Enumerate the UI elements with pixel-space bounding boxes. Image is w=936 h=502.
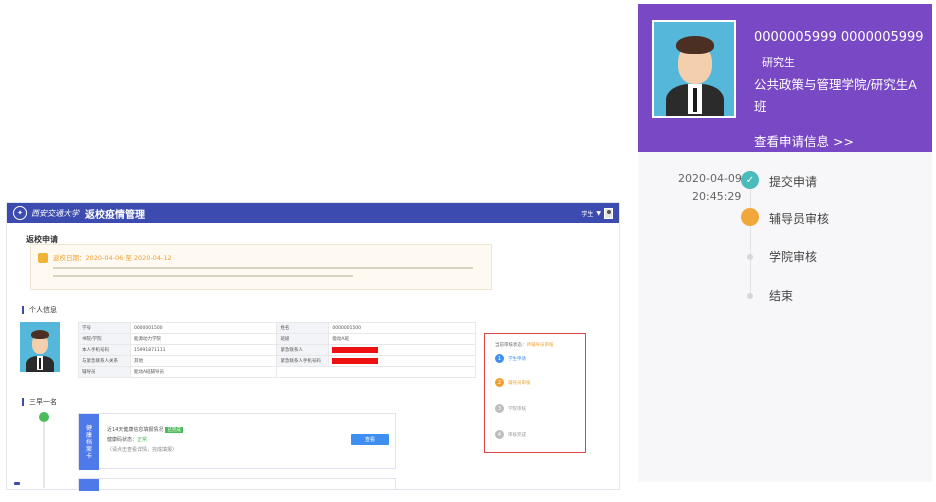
info-value: 0000001500 — [129, 322, 278, 334]
status-badge: 已完成 — [165, 427, 183, 433]
notice-box: 返校日期：2020-04-06 至 2020-04-12 — [30, 244, 492, 290]
info-value: 能源动力学院 — [129, 333, 278, 345]
next-card — [78, 478, 396, 491]
info-key: 班级 — [276, 333, 330, 345]
student-role: 研究生 — [762, 56, 795, 69]
personal-info-table: 学号 0000001500 姓名 0000001500 书院/学院 能源动力学院… — [78, 322, 476, 378]
notice-icon — [38, 253, 48, 263]
timeline-step-counselor: 辅导员审核 — [769, 212, 830, 226]
step-number: 2 — [495, 378, 504, 387]
timeline-line — [750, 184, 751, 296]
info-key: 学号 — [78, 322, 131, 334]
step-label: 学院审核 — [508, 406, 526, 412]
health-code-value: 正常 — [137, 437, 148, 443]
health-fill-status: 近14天健康信息填报情况 已完成 — [107, 426, 183, 433]
student-card: 0000005999 0000005999 研究生 公共政策与管理学院/研究生A… — [638, 4, 932, 152]
info-value: 0000001500 — [328, 322, 476, 334]
info-value: 15991871111 — [129, 344, 278, 356]
status-step: 4 审核完成 — [495, 430, 526, 439]
status-step: 3 学院审核 — [495, 404, 526, 413]
table-row: 与紧急联系人关系 其他 紧急联系人手机号码 — [78, 355, 476, 367]
info-value: 其他 — [129, 355, 278, 367]
info-key: 辅导员 — [78, 366, 131, 378]
step-number: 1 — [495, 354, 504, 363]
page: ✦ 西安交通大学 返校疫情管理 学生 ▼ 返校申请 返校日期：2020-04-0… — [0, 0, 936, 502]
redacted-value — [328, 355, 476, 367]
notice-date-range: 返校日期：2020-04-06 至 2020-04-12 — [53, 254, 172, 262]
caret-down-icon: ▼ — [596, 209, 601, 217]
student-school-class: 公共政策与管理学院/研究生A班 — [754, 77, 917, 114]
system-title: 返校疫情管理 — [85, 209, 145, 221]
current-step-dot — [741, 208, 759, 226]
notice-text-line — [53, 267, 473, 269]
health-tab-char: 案 — [85, 445, 92, 453]
health-tab-char: 健 — [85, 424, 92, 432]
school-name: 西安交通大学 — [31, 208, 79, 218]
step-number: 3 — [495, 404, 504, 413]
notice-text-line — [53, 275, 353, 277]
step-label: 审核完成 — [508, 432, 526, 438]
table-row: 本人手机号码 15991871111 紧急联系人 — [78, 344, 476, 356]
health-tab-char: 康 — [85, 431, 92, 439]
health-hint: （请点击查看详情，完成填报） — [107, 447, 178, 453]
school-logo-icon: ✦ — [13, 206, 27, 220]
user-menu-label: 学生 — [581, 210, 594, 218]
info-value: 能动A班 — [328, 333, 476, 345]
pending-step-dot — [747, 254, 753, 260]
info-key: 紧急联系人 — [276, 344, 330, 356]
user-menu[interactable]: 学生 ▼ — [581, 207, 613, 219]
status-step: 1 学生申请 — [495, 354, 526, 363]
health-tab: 健 康 档 案 卡 — [79, 414, 99, 470]
info-key: 书院/学院 — [78, 333, 131, 345]
top-header: ✦ 西安交通大学 返校疫情管理 学生 ▼ — [7, 203, 619, 223]
timeline-date: 2020-04-09 — [678, 172, 742, 185]
pending-step-dot — [747, 293, 753, 299]
step-indicator — [39, 412, 49, 422]
status-title: 当前审核状态： — [495, 343, 527, 348]
timeline-step-college: 学院审核 — [769, 250, 818, 264]
info-value: 能动A班辅导员 — [129, 366, 278, 378]
step-line — [43, 422, 45, 488]
timeline-time: 20:45:29 — [692, 190, 742, 203]
step-label: 辅导员审核 — [508, 380, 531, 386]
student-photo — [20, 322, 60, 372]
status-value: 待辅导员审核 — [526, 343, 554, 348]
health-card: 健 康 档 案 卡 近14天健康信息填报情况 已完成 健康码状态：正常 （请点击查… — [78, 413, 396, 470]
info-key: 与紧急联系人关系 — [78, 355, 131, 367]
table-row: 辅导员 能动A班辅导员 — [78, 366, 476, 378]
redacted-value — [328, 344, 476, 356]
view-health-button[interactable]: 查看 — [351, 434, 389, 445]
timeline-step-end: 结束 — [769, 289, 794, 303]
user-avatar-icon — [604, 207, 613, 219]
info-key: 紧急联系人手机号码 — [276, 355, 330, 367]
timeline-step-submit: 提交申请 — [769, 175, 818, 189]
info-key: 本人手机号码 — [78, 344, 131, 356]
status-heading: 当前审核状态：待辅导员审核 — [495, 342, 554, 348]
mobile-panel: 0000005999 0000005999 研究生 公共政策与管理学院/研究生A… — [638, 4, 932, 482]
student-id: 0000005999 0000005999 — [754, 30, 924, 45]
section-health-title: 三早一名 — [22, 398, 57, 406]
health-fill-label: 近14天健康信息填报情况 — [107, 427, 164, 433]
check-icon: ✓ — [741, 171, 759, 189]
view-application-link[interactable]: 查看申请信息 >> — [754, 131, 854, 150]
status-step: 2 辅导员审核 — [495, 378, 531, 387]
info-empty — [276, 366, 476, 378]
info-key: 姓名 — [276, 322, 330, 334]
health-code-status: 健康码状态：正常 — [107, 436, 147, 443]
health-tab-char: 卡 — [85, 452, 92, 460]
review-status-box: 当前审核状态：待辅导员审核 1 学生申请 2 辅导员审核 3 学院审核 4 审核… — [484, 333, 586, 453]
step-number: 4 — [495, 430, 504, 439]
step-label: 学生申请 — [508, 356, 526, 362]
scroll-indicator — [14, 482, 20, 485]
health-code-label: 健康码状态： — [107, 437, 138, 443]
table-row: 学号 0000001500 姓名 0000001500 — [78, 322, 476, 334]
section-personal-title: 个人信息 — [22, 306, 57, 314]
student-photo — [652, 20, 736, 118]
table-row: 书院/学院 能源动力学院 班级 能动A班 — [78, 333, 476, 345]
health-tab-char: 档 — [85, 438, 92, 446]
